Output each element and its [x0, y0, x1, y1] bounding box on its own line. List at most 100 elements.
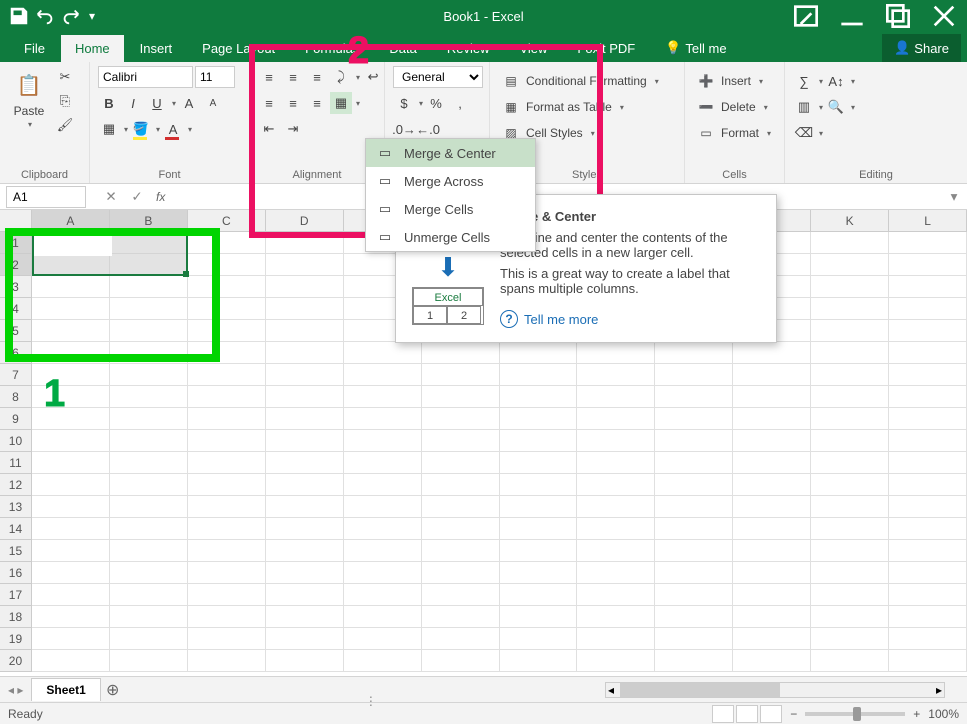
cell[interactable]: [32, 430, 110, 452]
cell[interactable]: [655, 518, 733, 540]
cell[interactable]: [32, 452, 110, 474]
cell[interactable]: [655, 364, 733, 386]
cell[interactable]: [188, 408, 266, 430]
cell[interactable]: [500, 364, 578, 386]
row-header[interactable]: 17: [0, 584, 32, 606]
increase-font-icon[interactable]: A: [178, 92, 200, 114]
cell[interactable]: [655, 606, 733, 628]
cell[interactable]: [266, 232, 344, 254]
align-left-icon[interactable]: ≡: [258, 92, 280, 114]
cell[interactable]: [422, 364, 500, 386]
row-header[interactable]: 16: [0, 562, 32, 584]
cell[interactable]: [577, 518, 655, 540]
normal-view-icon[interactable]: [712, 705, 734, 723]
cell[interactable]: [266, 628, 344, 650]
cell[interactable]: [422, 386, 500, 408]
cancel-formula-icon[interactable]: ✕: [98, 186, 124, 208]
enter-formula-icon[interactable]: ✓: [124, 186, 150, 208]
cell[interactable]: [733, 606, 811, 628]
fill-color-icon[interactable]: 🪣: [130, 118, 152, 140]
row-header[interactable]: 15: [0, 540, 32, 562]
cell[interactable]: [110, 298, 188, 320]
cell[interactable]: [422, 540, 500, 562]
cell[interactable]: [110, 276, 188, 298]
cell[interactable]: [188, 474, 266, 496]
cell[interactable]: [266, 364, 344, 386]
tab-home[interactable]: Home: [61, 35, 124, 62]
cell[interactable]: [500, 584, 578, 606]
cell[interactable]: [32, 628, 110, 650]
qat-customize-icon[interactable]: ▾: [86, 5, 98, 27]
cell[interactable]: [422, 584, 500, 606]
cell[interactable]: [733, 474, 811, 496]
cell[interactable]: [32, 584, 110, 606]
align-right-icon[interactable]: ≡: [306, 92, 328, 114]
cell[interactable]: [188, 650, 266, 672]
cell[interactable]: [811, 518, 889, 540]
redo-icon[interactable]: [60, 5, 82, 27]
cell[interactable]: [266, 430, 344, 452]
cell[interactable]: [889, 650, 967, 672]
cell[interactable]: [733, 518, 811, 540]
cell[interactable]: [110, 496, 188, 518]
save-icon[interactable]: [8, 5, 30, 27]
cell[interactable]: [889, 364, 967, 386]
row-header[interactable]: 11: [0, 452, 32, 474]
cell[interactable]: [655, 540, 733, 562]
tab-file[interactable]: File: [10, 35, 59, 62]
cell[interactable]: [110, 474, 188, 496]
horizontal-scrollbar[interactable]: ◂▸: [605, 682, 945, 698]
cell[interactable]: [889, 518, 967, 540]
cell[interactable]: [266, 298, 344, 320]
cell[interactable]: [344, 474, 422, 496]
decrease-indent-icon[interactable]: ⇤: [258, 118, 280, 140]
cell[interactable]: [811, 232, 889, 254]
cell[interactable]: [266, 276, 344, 298]
cell[interactable]: [110, 606, 188, 628]
cell[interactable]: [889, 276, 967, 298]
cell[interactable]: [889, 628, 967, 650]
row-header[interactable]: 3: [0, 276, 32, 298]
delete-button[interactable]: ➖Delete▾: [693, 96, 772, 118]
cell[interactable]: [32, 232, 110, 254]
cell[interactable]: [655, 452, 733, 474]
cell[interactable]: [500, 518, 578, 540]
cell[interactable]: [422, 628, 500, 650]
cell[interactable]: [188, 452, 266, 474]
tab-insert[interactable]: Insert: [126, 35, 187, 62]
cell[interactable]: [811, 650, 889, 672]
cell[interactable]: [577, 386, 655, 408]
format-button[interactable]: ▭Format▾: [693, 122, 775, 144]
col-header[interactable]: K: [811, 210, 889, 232]
cell[interactable]: [110, 518, 188, 540]
cell[interactable]: [422, 408, 500, 430]
cell[interactable]: [889, 254, 967, 276]
cell[interactable]: [110, 562, 188, 584]
tab-review[interactable]: Review: [433, 35, 504, 62]
bold-button[interactable]: B: [98, 92, 120, 114]
cell[interactable]: [344, 518, 422, 540]
row-header[interactable]: 9: [0, 408, 32, 430]
cell[interactable]: [422, 430, 500, 452]
cell[interactable]: [32, 496, 110, 518]
row-header[interactable]: 10: [0, 430, 32, 452]
cell[interactable]: [889, 452, 967, 474]
col-header[interactable]: D: [266, 210, 344, 232]
cell[interactable]: [266, 496, 344, 518]
cell[interactable]: [266, 562, 344, 584]
cell[interactable]: [811, 540, 889, 562]
cell[interactable]: [577, 452, 655, 474]
cell[interactable]: [422, 474, 500, 496]
cell[interactable]: [655, 584, 733, 606]
cell[interactable]: [811, 452, 889, 474]
cell[interactable]: [733, 408, 811, 430]
cell[interactable]: [577, 606, 655, 628]
borders-icon[interactable]: ▦: [98, 118, 120, 140]
row-header[interactable]: 13: [0, 496, 32, 518]
row-header[interactable]: 19: [0, 628, 32, 650]
cell[interactable]: [266, 320, 344, 342]
font-name-input[interactable]: [98, 66, 193, 88]
cell[interactable]: [32, 408, 110, 430]
cell[interactable]: [266, 452, 344, 474]
cell[interactable]: [266, 650, 344, 672]
